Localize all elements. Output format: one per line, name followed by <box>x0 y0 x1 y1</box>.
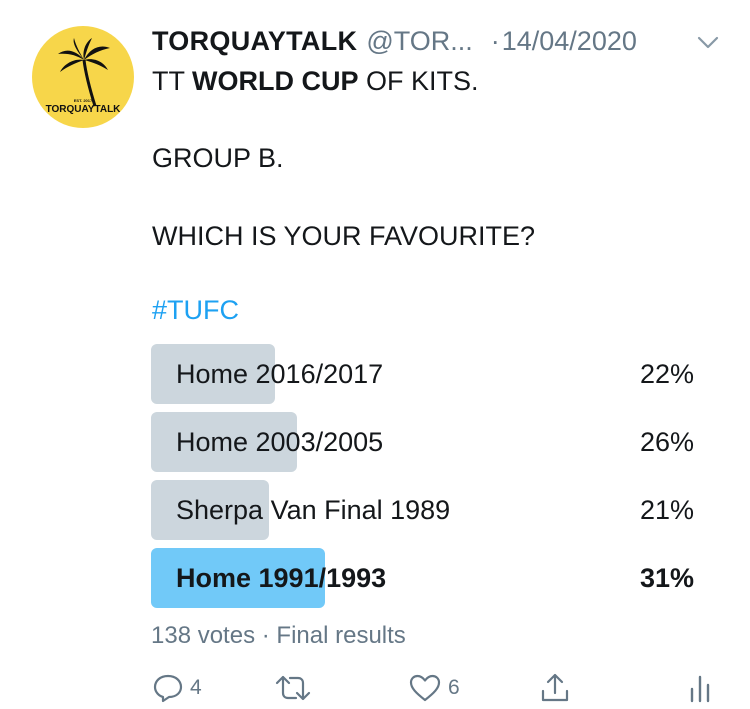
tweet-text: TT WORLD CUP OF KITS. GROUP B. WHICH IS … <box>152 62 712 256</box>
tweet-header: TORQUAYTALK @TOR... · 14/04/2020 <box>152 22 726 60</box>
reply-icon <box>153 674 183 703</box>
chevron-down-icon[interactable] <box>696 30 720 52</box>
poll-summary: 138 votes · Final results <box>151 622 406 650</box>
poll-summary-separator: · <box>261 622 270 649</box>
poll-option: Home 1991/1993 31% <box>151 548 697 608</box>
header-separator: · <box>490 25 500 56</box>
analytics-button[interactable] <box>688 670 712 706</box>
poll-option-percent: 26% <box>639 427 694 457</box>
poll-option: Home 2003/2005 26% <box>151 412 697 472</box>
heart-icon <box>409 674 441 702</box>
poll-option: Sherpa Van Final 1989 21% <box>151 480 697 540</box>
user-handle[interactable]: @TOR... <box>366 26 472 57</box>
palm-tree-icon: EST. 2017 TORQUAYTALK <box>46 38 122 115</box>
reply-count: 4 <box>190 676 202 699</box>
tweet-text-line1-prefix: TT <box>152 66 192 96</box>
avatar[interactable]: EST. 2017 TORQUAYTALK <box>32 26 134 128</box>
poll-option-label: Home 2003/2005 <box>176 427 384 457</box>
hashtag-link[interactable]: #TUFC <box>152 291 239 329</box>
poll-option-label: Home 2016/2017 <box>176 359 384 389</box>
tweet-text-line1-bold: WORLD CUP <box>192 66 359 96</box>
avatar-est-text: EST. 2017 <box>74 98 93 103</box>
poll-option: Home 2016/2017 22% <box>151 344 697 404</box>
poll: Home 2016/2017 22% Home 2003/2005 26% Sh… <box>151 344 697 616</box>
like-button[interactable]: 6 <box>408 670 460 706</box>
tweet-date[interactable]: 14/04/2020 <box>502 26 637 57</box>
retweet-icon <box>275 675 311 701</box>
display-name[interactable]: TORQUAYTALK <box>152 26 357 57</box>
retweet-button[interactable] <box>274 670 312 706</box>
share-icon <box>541 673 569 702</box>
poll-status: Final results <box>276 622 406 649</box>
like-count: 6 <box>448 676 460 699</box>
analytics-icon <box>690 675 710 703</box>
tweet-text-line1-suffix: OF KITS. <box>358 66 479 96</box>
share-button[interactable] <box>539 670 571 706</box>
poll-option-label: Home 1991/1993 <box>176 563 387 593</box>
poll-option-percent: 22% <box>639 359 694 389</box>
reply-button[interactable]: 4 <box>152 670 202 706</box>
poll-vote-count: 138 votes <box>151 622 256 649</box>
poll-option-percent: 21% <box>639 495 694 525</box>
poll-option-label: Sherpa Van Final 1989 <box>176 495 451 525</box>
tweet-actions: 4 6 <box>150 670 720 706</box>
avatar-brand-text: TORQUAYTALK <box>46 104 122 115</box>
tweet-text-line2: GROUP B. <box>152 143 284 174</box>
tweet-text-line3: WHICH IS YOUR FAVOURITE? <box>152 220 536 251</box>
poll-option-percent: 31% <box>639 563 694 593</box>
